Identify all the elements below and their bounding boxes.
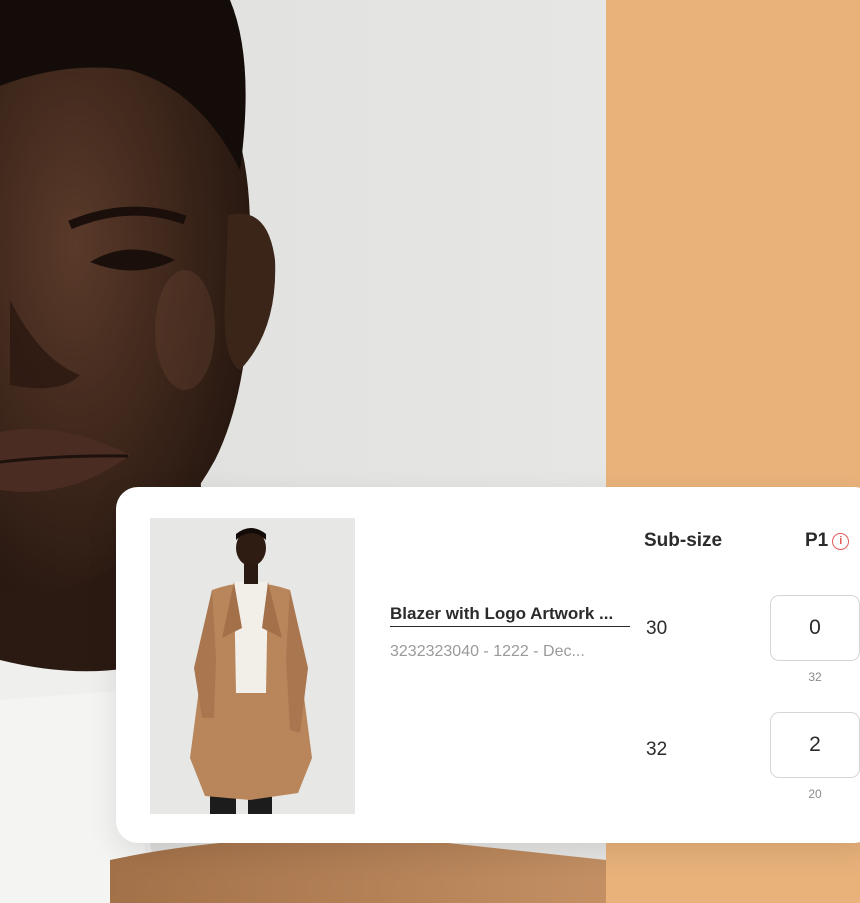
- p1-column-header: P1 i: [805, 530, 850, 552]
- subsize-value-row-2: 32: [646, 739, 668, 760]
- subsize-column-header: Sub-size: [644, 530, 723, 551]
- available-count-row-2: 20: [808, 787, 822, 801]
- product-card: Blazer with Logo Artwork ... 3232323040 …: [116, 487, 860, 843]
- subsize-value-row-1: 30: [646, 618, 668, 639]
- p1-column-label: P1: [805, 530, 829, 551]
- product-model-illustration: [150, 518, 355, 814]
- available-count-row-1: 32: [808, 670, 822, 684]
- product-name-link[interactable]: Blazer with Logo Artwork ...: [390, 604, 630, 627]
- quantity-input-row-2[interactable]: 2: [770, 712, 860, 778]
- info-circle-icon[interactable]: i: [832, 532, 850, 550]
- quantity-input-row-1[interactable]: 0: [770, 595, 860, 661]
- product-thumbnail[interactable]: [150, 518, 355, 814]
- product-meta-text: 3232323040 - 1222 - Dec...: [390, 643, 585, 660]
